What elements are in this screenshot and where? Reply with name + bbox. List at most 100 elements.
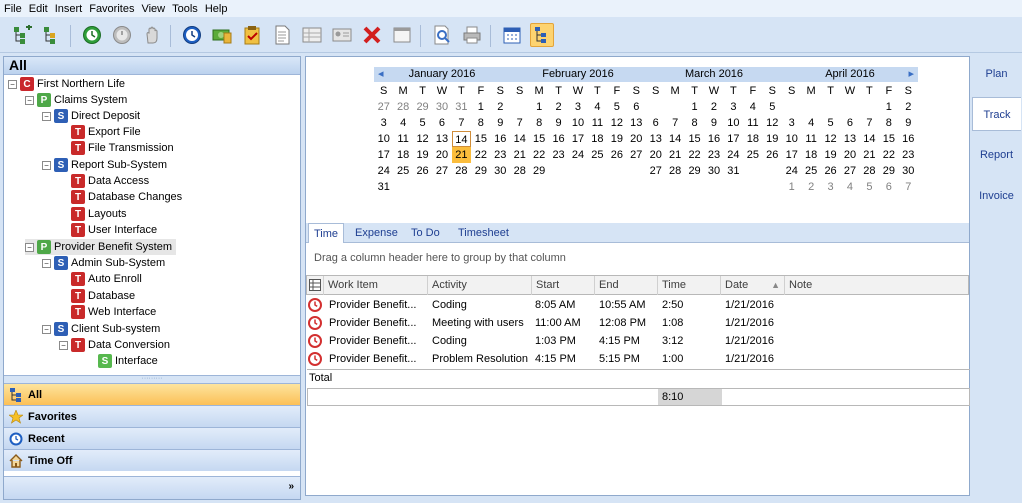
timer-icon[interactable] xyxy=(308,352,322,366)
calendar-day[interactable]: 24 xyxy=(782,163,801,179)
cell-activity[interactable]: Problem Resolution xyxy=(429,350,529,368)
cell-end[interactable]: 10:55 AM xyxy=(596,296,658,314)
calendar-day[interactable]: 5 xyxy=(607,99,626,115)
calendar-day[interactable]: 21 xyxy=(510,147,529,163)
tab-report[interactable]: Report xyxy=(972,138,1021,172)
collapse-icon[interactable]: − xyxy=(25,242,34,252)
timer-icon[interactable] xyxy=(308,334,322,348)
calendar-day[interactable]: 17 xyxy=(568,131,587,147)
splitter-grip[interactable]: ········· xyxy=(4,375,300,383)
collapse-icon[interactable]: − xyxy=(42,160,51,170)
cell-date[interactable]: 1/21/2016 xyxy=(722,350,784,368)
calendar-day[interactable]: 16 xyxy=(704,131,723,147)
calendar-day[interactable]: 14 xyxy=(860,131,879,147)
calendar-day[interactable]: 11 xyxy=(588,115,607,131)
calendar-day[interactable]: 5 xyxy=(413,115,432,131)
tree-node-data-access[interactable]: T Data Access xyxy=(71,173,149,189)
cell-time[interactable]: 1:00 xyxy=(659,350,721,368)
calendar-day[interactable]: 17 xyxy=(374,147,393,163)
tab-track[interactable]: Track xyxy=(972,97,1021,131)
cell-note[interactable] xyxy=(785,314,965,332)
tree-node-report-sub-system[interactable]: − S Report Sub-System xyxy=(42,157,167,173)
collapse-icon[interactable]: − xyxy=(25,95,34,105)
menu-insert[interactable]: Insert xyxy=(55,3,83,15)
calendar-day[interactable]: 16 xyxy=(899,131,918,147)
stop-timer-icon[interactable] xyxy=(110,23,134,47)
menu-favorites[interactable]: Favorites xyxy=(89,3,134,15)
tree-node-client-sub-system[interactable]: − S Client Sub-system xyxy=(42,321,160,337)
calendar-day[interactable]: 23 xyxy=(549,147,568,163)
calendar-day[interactable]: 22 xyxy=(879,147,898,163)
calendar-day[interactable]: 16 xyxy=(491,131,510,147)
calendar-day[interactable]: 10 xyxy=(374,131,393,147)
calendar-day[interactable]: 25 xyxy=(393,163,412,179)
calendar-day[interactable]: 7 xyxy=(899,179,918,195)
calendar-day[interactable]: 1 xyxy=(782,179,801,195)
calendar-day[interactable]: 26 xyxy=(607,147,626,163)
calendar-day[interactable]: 7 xyxy=(665,115,684,131)
nav-all[interactable]: All xyxy=(4,383,300,405)
calendar-day[interactable]: 24 xyxy=(724,147,743,163)
calendar-day[interactable]: 18 xyxy=(588,131,607,147)
calendar-day[interactable]: 9 xyxy=(491,115,510,131)
calendar-day[interactable]: 29 xyxy=(413,99,432,115)
cell-work-item[interactable]: Provider Benefit... xyxy=(326,350,426,368)
tree-node-database[interactable]: T Database xyxy=(71,288,135,304)
calendar-day[interactable]: 27 xyxy=(840,163,859,179)
calendar-day[interactable]: 11 xyxy=(743,115,762,131)
cell-date[interactable]: 1/21/2016 xyxy=(722,314,784,332)
col-note[interactable]: Note xyxy=(785,276,970,295)
tab-todo[interactable]: To Do xyxy=(411,223,440,243)
timer-icon[interactable] xyxy=(308,298,322,312)
money-icon[interactable] xyxy=(210,23,234,47)
calendar-day[interactable]: 1 xyxy=(685,99,704,115)
cell-work-item[interactable]: Provider Benefit... xyxy=(326,332,426,350)
calendar-day[interactable]: 30 xyxy=(704,163,723,179)
tree-view-icon[interactable] xyxy=(530,23,554,47)
prev-month-icon[interactable]: ◂ xyxy=(378,67,384,82)
collapse-icon[interactable]: − xyxy=(59,340,68,350)
calendar-day[interactable]: 22 xyxy=(471,147,490,163)
calendar-day[interactable]: 24 xyxy=(374,163,393,179)
col-work-item[interactable]: Work Item xyxy=(324,276,428,295)
calendar-day[interactable]: 10 xyxy=(724,115,743,131)
calendar-day[interactable]: 29 xyxy=(471,163,490,179)
cell-date[interactable]: 1/21/2016 xyxy=(722,296,784,314)
collapse-icon[interactable]: − xyxy=(42,111,51,121)
calendar-day[interactable]: 6 xyxy=(432,115,451,131)
cell-note[interactable] xyxy=(785,296,965,314)
cell-start[interactable]: 1:03 PM xyxy=(532,332,594,350)
calendar-day[interactable]: 28 xyxy=(665,163,684,179)
delete-icon[interactable] xyxy=(360,23,384,47)
tree-node-admin-sub-system[interactable]: − S Admin Sub-System xyxy=(42,255,165,271)
cell-activity[interactable]: Coding xyxy=(429,296,529,314)
tree-node-interface[interactable]: S Interface xyxy=(98,353,158,369)
start-timer-icon[interactable] xyxy=(80,23,104,47)
calendar-day[interactable]: 20 xyxy=(840,147,859,163)
card-icon[interactable] xyxy=(330,23,354,47)
calendar-icon[interactable] xyxy=(500,23,524,47)
tree-node-database-changes[interactable]: T Database Changes xyxy=(71,189,182,205)
calendar-day[interactable]: 28 xyxy=(393,99,412,115)
tree-node-data-conversion[interactable]: − T Data Conversion xyxy=(59,337,170,353)
add-project-icon[interactable] xyxy=(10,23,34,47)
group-by-panel[interactable]: Drag a column header here to group by th… xyxy=(306,244,969,272)
calendar-day[interactable]: 21 xyxy=(665,147,684,163)
calendar-day[interactable]: 27 xyxy=(374,99,393,115)
document-icon[interactable] xyxy=(270,23,294,47)
calendar-day[interactable]: 10 xyxy=(568,115,587,131)
tree-node-export-file[interactable]: T Export File xyxy=(71,124,141,140)
nav-time-off[interactable]: Time Off xyxy=(4,449,300,471)
tab-plan[interactable]: Plan xyxy=(972,57,1021,91)
cell-start[interactable]: 8:05 AM xyxy=(532,296,594,314)
cell-end[interactable]: 4:15 PM xyxy=(596,332,658,350)
timer-icon[interactable] xyxy=(308,316,322,330)
calendar-day[interactable]: 19 xyxy=(821,147,840,163)
calendar-day[interactable]: 8 xyxy=(685,115,704,131)
calendar-day[interactable]: 12 xyxy=(413,131,432,147)
tree-node-web-interface[interactable]: T Web Interface xyxy=(71,304,156,320)
cell-work-item[interactable]: Provider Benefit... xyxy=(326,314,426,332)
calendar-day[interactable]: 6 xyxy=(879,179,898,195)
calendar-day[interactable]: 5 xyxy=(763,99,782,115)
tab-time[interactable]: Time xyxy=(308,223,344,243)
